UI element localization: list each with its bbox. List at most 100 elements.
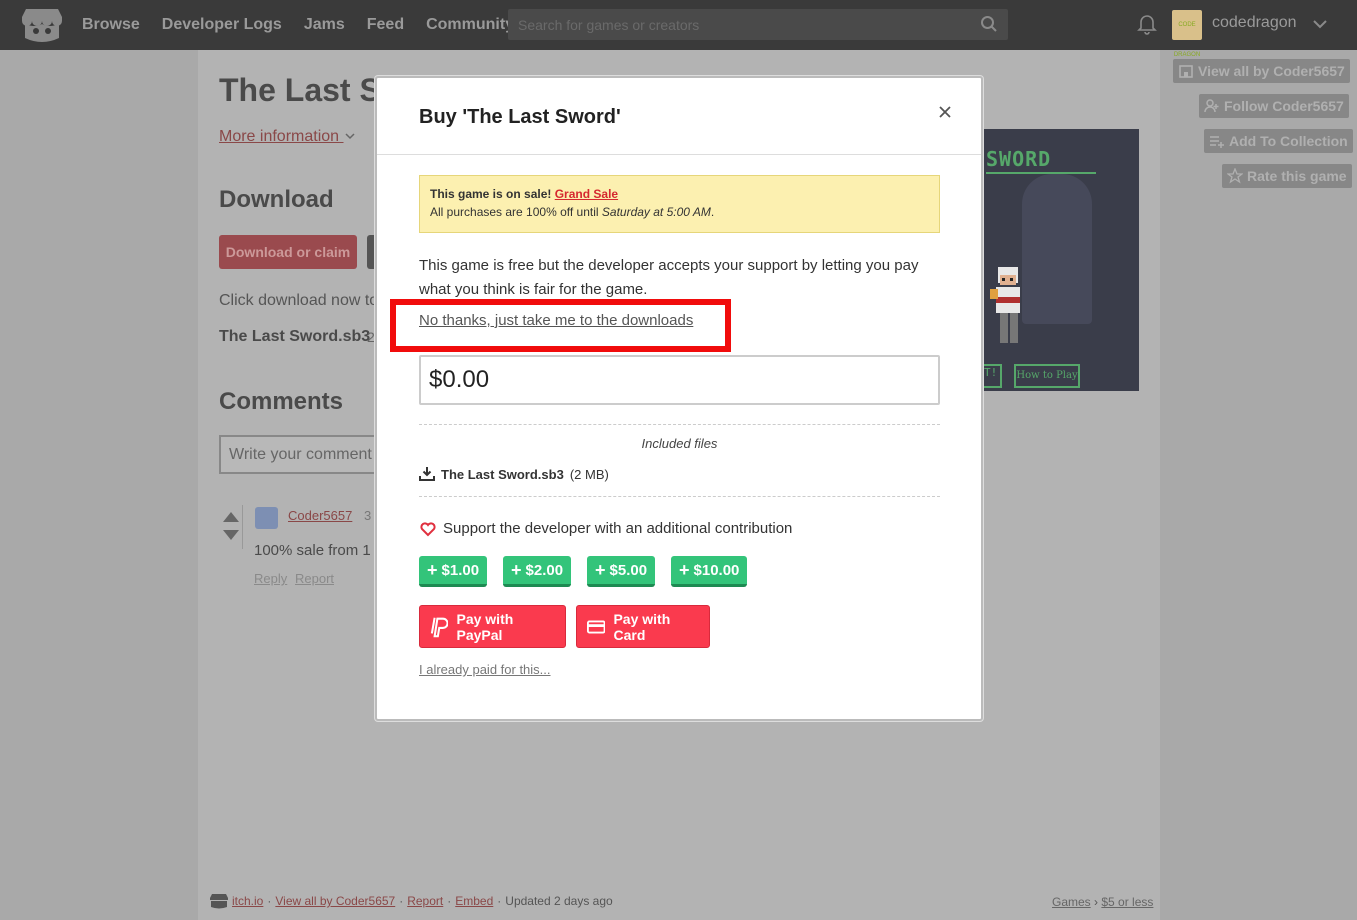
footer-itchio-link[interactable]: itch.io [232, 894, 263, 908]
dashed-divider [419, 496, 940, 497]
tip-10-button[interactable]: + $10.00 [671, 556, 748, 587]
already-paid-link[interactable]: I already paid for this... [419, 662, 551, 677]
footer-separator: · [447, 894, 452, 908]
included-file-row: The Last Sword.sb3 (2 MB) [419, 466, 609, 482]
tip-1-button[interactable]: + $1.00 [419, 556, 488, 587]
notification-bell-icon[interactable] [1137, 13, 1157, 35]
screenshot-underline [986, 172, 1096, 174]
comment-input[interactable] [221, 437, 387, 472]
download-tray-icon [419, 467, 435, 481]
search-bar [508, 9, 1008, 40]
footer-view-all-link[interactable]: View all by Coder5657 [275, 894, 395, 908]
comment-text: 100% sale from 1 [254, 542, 371, 559]
tip-2-button[interactable]: + $2.00 [503, 556, 572, 587]
store-icon [1179, 65, 1193, 78]
screenshot-title: SWORD [986, 147, 1052, 171]
plus-icon: + [427, 560, 438, 580]
vote-controls [219, 505, 243, 549]
itch-footer-logo-icon [210, 894, 228, 909]
chevron-down-icon[interactable] [1312, 16, 1328, 32]
username-label[interactable]: codedragon [1212, 14, 1297, 32]
user-plus-icon [1204, 99, 1219, 113]
comment-reply-link[interactable]: Reply [254, 571, 287, 586]
paypal-label: Pay with PayPal [456, 610, 514, 643]
pay-with-card-button[interactable]: Pay with Card [576, 605, 710, 648]
main-nav: Browse Developer Logs Jams Feed Communit… [82, 0, 514, 50]
footer-separator: · [497, 894, 502, 908]
tip-10-label: $10.00 [693, 561, 740, 579]
grand-sale-link[interactable]: Grand Sale [555, 187, 618, 201]
user-avatar[interactable]: CODE DRAGON [1172, 10, 1202, 58]
search-input[interactable] [508, 9, 968, 40]
view-all-label: View all by Coder5657 [1198, 63, 1345, 79]
nav-community[interactable]: Community [426, 16, 514, 34]
plus-icon: + [679, 560, 690, 580]
sale-until: Saturday at 5:00 AM [601, 205, 711, 219]
paypal-icon [430, 617, 449, 637]
game-screenshot[interactable]: SWORD T! How to Play [982, 129, 1139, 391]
nav-developer-logs[interactable]: Developer Logs [162, 16, 282, 34]
price-field [419, 355, 940, 405]
close-icon[interactable] [935, 102, 955, 122]
comment-report-link[interactable]: Report [295, 571, 334, 586]
nav-browse[interactable]: Browse [82, 16, 140, 34]
rate-game-button[interactable]: Rate this game [1222, 164, 1352, 188]
modal-divider [377, 154, 981, 155]
follow-label: Follow Coder5657 [1224, 98, 1344, 114]
sale-notice: This game is on sale! Grand Sale All pur… [419, 175, 940, 233]
included-file-size: (2 MB) [569, 466, 609, 482]
pay-with-paypal-button[interactable]: Pay with PayPal [419, 605, 566, 648]
view-all-by-creator-button[interactable]: View all by Coder5657 [1173, 59, 1350, 83]
add-collection-label: Add To Collection [1229, 133, 1348, 149]
itch-logo-icon[interactable] [22, 7, 62, 43]
more-information-label: More information [219, 128, 340, 145]
nav-feed[interactable]: Feed [367, 16, 404, 34]
upvote-arrow-icon[interactable] [223, 512, 239, 522]
screenshot-start-button: T! [982, 364, 1002, 388]
downvote-arrow-icon[interactable] [223, 530, 239, 540]
rate-label: Rate this game [1247, 168, 1347, 184]
footer-separator: · [399, 894, 404, 908]
download-file-name: The Last Sword.sb3 [219, 328, 371, 345]
tip-5-button[interactable]: + $5.00 [587, 556, 656, 587]
credit-card-icon [587, 620, 606, 633]
download-instructions: Click download now to [219, 292, 379, 309]
commenter-avatar[interactable] [255, 507, 278, 529]
download-or-claim-button[interactable]: Download or claim [219, 235, 357, 269]
footer-separator: · [267, 894, 272, 908]
download-file-size: 2 [367, 329, 375, 345]
plus-icon: + [595, 560, 606, 580]
add-to-collection-button[interactable]: Add To Collection [1204, 129, 1353, 153]
footer-price-filter-link[interactable]: $5 or less [1101, 895, 1153, 909]
page-footer: itch.io · View all by Coder5657 · Report… [210, 893, 613, 909]
search-icon[interactable] [980, 15, 998, 33]
sale-line-2: All purchases are 100% off until Saturda… [430, 203, 929, 221]
comment-box [219, 435, 389, 474]
sale-prefix: This game is on sale! [430, 187, 552, 201]
avatar-text: CODE DRAGON [1173, 22, 1201, 58]
footer-breadcrumb: Games › $5 or less [1052, 895, 1153, 909]
screenshot-ghost-figure [1022, 174, 1092, 324]
game-title: The Last Sv [219, 72, 399, 108]
price-input[interactable] [421, 357, 938, 403]
footer-games-link[interactable]: Games [1052, 895, 1091, 909]
buy-modal: Buy 'The Last Sword' This game is on sal… [375, 76, 983, 721]
no-thanks-downloads-link[interactable]: No thanks, just take me to the downloads [419, 312, 693, 329]
sale-period: . [710, 205, 715, 219]
star-icon [1227, 168, 1243, 184]
follow-creator-button[interactable]: Follow Coder5657 [1199, 94, 1349, 118]
footer-report-link[interactable]: Report [407, 894, 443, 908]
included-file-name: The Last Sword.sb3 [441, 466, 564, 482]
tip-2-label: $2.00 [525, 561, 564, 579]
tip-5-label: $5.00 [609, 561, 648, 579]
footer-embed-link[interactable]: Embed [455, 894, 493, 908]
card-label: Pay with Card [613, 610, 671, 643]
commenter-name[interactable]: Coder5657 [288, 508, 352, 523]
comments-heading: Comments [219, 388, 344, 415]
support-text: Support the developer with an additional… [443, 520, 793, 537]
heart-icon [420, 521, 436, 536]
nav-jams[interactable]: Jams [304, 16, 345, 34]
more-information-link[interactable]: More information [219, 128, 356, 146]
chevron-down-icon [344, 133, 355, 140]
tip-1-label: $1.00 [441, 561, 480, 579]
